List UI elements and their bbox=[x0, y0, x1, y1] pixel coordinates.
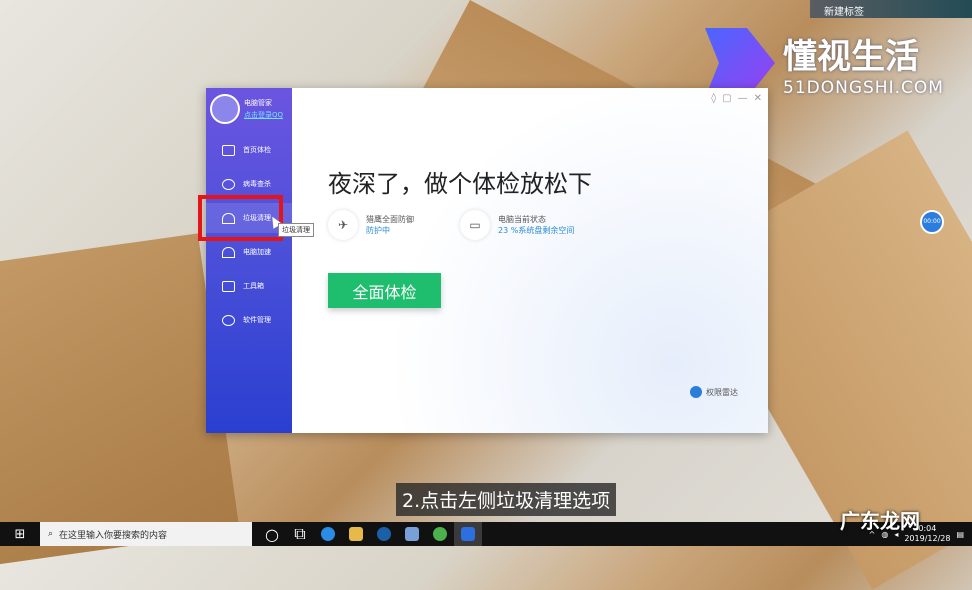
search-placeholder: 在这里输入你要搜索的内容 bbox=[59, 530, 168, 541]
permission-radar-link[interactable]: 权限雷达 bbox=[690, 386, 738, 398]
taskbar: ⊞ ⌕ 在这里输入你要搜索的内容 ○ ⧉ ^ ◍ ◂ 0:04 2019/12/28… bbox=[0, 522, 972, 546]
cortana-icon[interactable]: ○ bbox=[258, 522, 286, 546]
monitor-icon: ▭ bbox=[460, 210, 490, 240]
subtitle: 2.点击左侧垃圾清理选项 bbox=[396, 483, 617, 516]
windows-start-icon[interactable]: ⊞ bbox=[0, 527, 40, 542]
browser-icon[interactable] bbox=[314, 522, 342, 546]
close-icon[interactable]: ✕ bbox=[754, 93, 762, 104]
sidebar-item-software[interactable]: 软件管理 bbox=[206, 305, 292, 335]
sidebar-item-home-checkup[interactable]: 首页体检 bbox=[206, 135, 292, 165]
defense-status[interactable]: ✈ 猎鹰全面防御 防护中 bbox=[328, 210, 414, 240]
top-overlay-bar: 新建标签 bbox=[810, 0, 972, 18]
sidebar-item-label: 软件管理 bbox=[243, 316, 271, 324]
task-view-icon[interactable]: ⧉ bbox=[286, 522, 314, 546]
pc-manager-window: 电脑管家 点击登录QQ 首页体检 病毒查杀 垃圾清理 电脑加速 工具箱 软件管理… bbox=[206, 88, 768, 433]
date: 2019/12/28 bbox=[904, 534, 951, 543]
skin-icon[interactable]: ◊ bbox=[711, 93, 716, 104]
sidebar-item-speedup[interactable]: 电脑加速 bbox=[206, 237, 292, 267]
sidebar-item-toolbox[interactable]: 工具箱 bbox=[206, 271, 292, 301]
background-wood bbox=[0, 233, 240, 567]
sidebar-item-label: 电脑加速 bbox=[243, 248, 271, 256]
stat-value: 23 %系统盘剩余空间 bbox=[498, 226, 575, 235]
logo-title: 懂视生活 bbox=[783, 36, 919, 77]
stat-title: 猎鹰全面防御 bbox=[366, 215, 414, 224]
steam-icon[interactable] bbox=[370, 522, 398, 546]
apps-icon bbox=[222, 314, 235, 326]
headline: 夜深了，做个体检放松下 bbox=[328, 170, 592, 198]
floating-button[interactable]: 00:00 bbox=[920, 210, 944, 234]
window-controls: ◊ ▢ — ✕ bbox=[711, 93, 762, 104]
user-name: 电脑管家 bbox=[244, 99, 272, 107]
pc-manager-taskbar-icon[interactable] bbox=[454, 522, 482, 546]
tooltip: 垃圾清理 bbox=[278, 223, 314, 237]
pc-status[interactable]: ▭ 电脑当前状态 23 %系统盘剩余空间 bbox=[460, 210, 574, 240]
radar-label: 权限雷达 bbox=[706, 387, 738, 397]
search-icon: ⌕ bbox=[48, 529, 54, 539]
sidebar-item-label: 首页体检 bbox=[243, 146, 271, 154]
eagle-icon: ✈ bbox=[328, 210, 358, 240]
shield-icon bbox=[222, 178, 235, 190]
full-checkup-button[interactable]: 全面体检 bbox=[328, 273, 441, 308]
top-overlay-label: 新建标签 bbox=[824, 7, 864, 18]
folder-icon[interactable] bbox=[342, 522, 370, 546]
rocket-icon bbox=[222, 246, 235, 258]
taskbar-search[interactable]: ⌕ 在这里输入你要搜索的内容 bbox=[40, 522, 252, 546]
monitor-icon bbox=[222, 144, 235, 156]
logo-subtitle: 51DONGSHI.COM bbox=[783, 77, 944, 98]
radar-icon bbox=[690, 386, 702, 398]
avatar[interactable] bbox=[210, 94, 240, 124]
shirt-icon[interactable]: ▢ bbox=[722, 93, 731, 104]
sidebar: 电脑管家 点击登录QQ 首页体检 病毒查杀 垃圾清理 电脑加速 工具箱 软件管理 bbox=[206, 88, 292, 433]
notification-icon[interactable]: ▤ bbox=[956, 530, 964, 539]
stat-title: 电脑当前状态 bbox=[498, 215, 546, 224]
wechat-icon[interactable] bbox=[426, 522, 454, 546]
sidebar-item-label: 病毒查杀 bbox=[243, 180, 271, 188]
toolbox-icon bbox=[222, 280, 235, 292]
main-panel: ◊ ▢ — ✕ 夜深了，做个体检放松下 ✈ 猎鹰全面防御 防护中 ▭ 电脑当前状态 23 … bbox=[292, 88, 768, 433]
sidebar-item-label: 工具箱 bbox=[243, 282, 264, 290]
watermark: 广东龙网 bbox=[840, 509, 920, 533]
login-link[interactable]: 点击登录QQ bbox=[244, 110, 283, 120]
stat-value: 防护中 bbox=[366, 226, 390, 235]
minimize-icon[interactable]: — bbox=[738, 93, 748, 104]
app-icon[interactable] bbox=[398, 522, 426, 546]
